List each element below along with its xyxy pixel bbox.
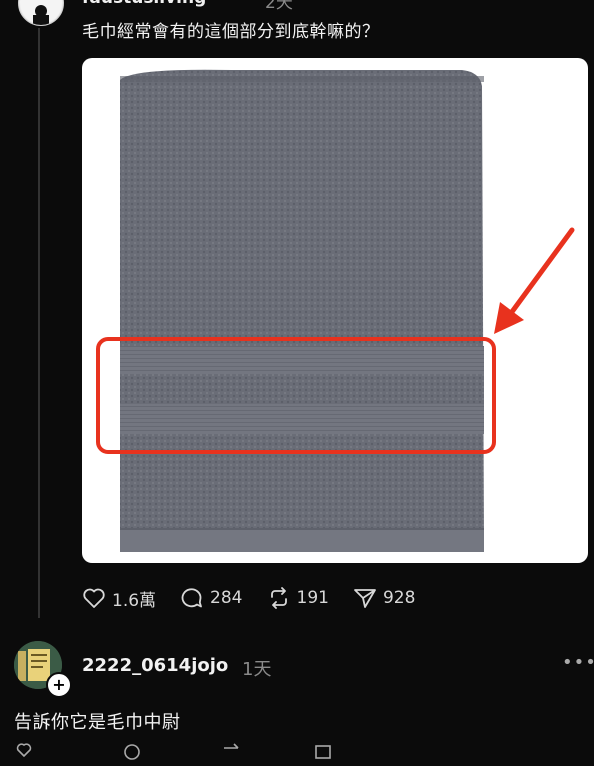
plus-icon: + bbox=[52, 675, 66, 694]
towel-image bbox=[96, 69, 575, 552]
share-button[interactable]: 928 bbox=[353, 587, 415, 609]
reply-text: 告訴你它是毛巾中尉 bbox=[14, 712, 181, 733]
post-time: 2天 bbox=[265, 0, 293, 13]
follow-plus-button[interactable]: + bbox=[46, 672, 72, 698]
repost-icon bbox=[270, 587, 287, 609]
heart-icon bbox=[83, 588, 105, 608]
avatar-image bbox=[20, 0, 62, 25]
reply-action-bar bbox=[14, 742, 574, 762]
reply-time: 1天 bbox=[242, 659, 272, 680]
like-button[interactable]: 1.6萬 bbox=[82, 586, 156, 611]
repost-count: 191 bbox=[296, 588, 329, 608]
reply-action-icons bbox=[16, 743, 331, 760]
post-username[interactable]: faustusliving bbox=[82, 0, 206, 8]
post-text: 毛巾經常會有的這個部分到底幹嘛的？ bbox=[82, 22, 380, 42]
repost-button[interactable]: 191 bbox=[267, 587, 329, 609]
post-image[interactable] bbox=[82, 58, 588, 563]
reply-username[interactable]: 2222_0614jojo bbox=[82, 655, 228, 676]
comment-count: 284 bbox=[210, 588, 243, 608]
action-bar: 1.6萬 284 191 928 bbox=[82, 585, 439, 611]
avatar[interactable] bbox=[18, 0, 64, 26]
more-options-button[interactable]: ••• bbox=[562, 652, 594, 673]
thread-line bbox=[38, 28, 40, 618]
comment-button[interactable]: 284 bbox=[180, 587, 243, 609]
like-count: 1.6萬 bbox=[112, 590, 157, 611]
send-icon bbox=[354, 589, 376, 608]
comment-icon bbox=[181, 588, 202, 608]
share-count: 928 bbox=[382, 588, 416, 608]
